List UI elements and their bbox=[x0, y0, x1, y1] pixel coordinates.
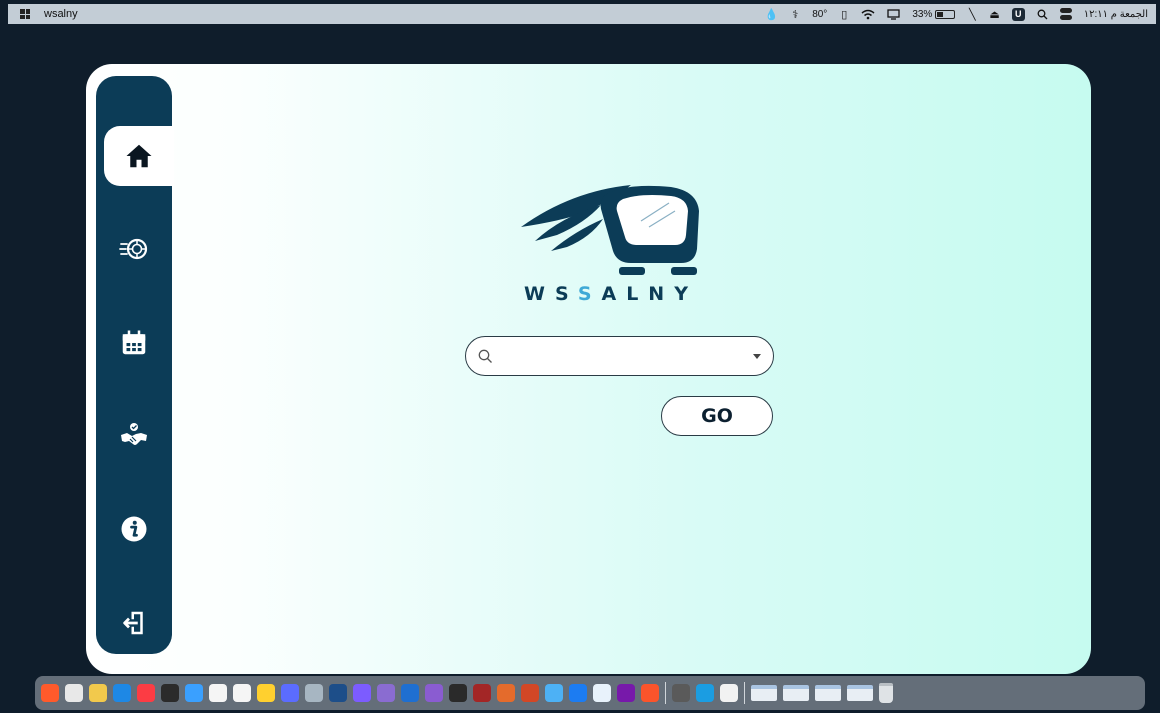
brand-letters-accent: S bbox=[577, 283, 602, 305]
calendar-icon[interactable] bbox=[233, 684, 251, 702]
brave-icon[interactable] bbox=[641, 684, 659, 702]
powerpoint-icon[interactable] bbox=[521, 684, 539, 702]
sidebar-item-calendar[interactable] bbox=[96, 313, 172, 373]
folder-icon[interactable] bbox=[545, 684, 563, 702]
go-button[interactable]: GO bbox=[661, 396, 773, 436]
windows-logo-icon[interactable] bbox=[20, 9, 30, 19]
dropdown-arrow-icon[interactable] bbox=[753, 353, 761, 359]
headphones-icon[interactable] bbox=[281, 684, 299, 702]
menu-bar-app-name[interactable]: wsalny bbox=[44, 8, 78, 20]
menu-bar-status: 💧 ⚕ 80° ▯ 33% ╲ ⏏ U الجمعة م ١٢:١١ bbox=[764, 7, 1148, 21]
onenote-icon[interactable] bbox=[617, 684, 635, 702]
vs-icon[interactable] bbox=[425, 684, 443, 702]
brand-letters-a: WS bbox=[524, 283, 578, 305]
miro-icon[interactable] bbox=[257, 684, 275, 702]
ai-icon[interactable] bbox=[377, 684, 395, 702]
info-icon bbox=[121, 516, 147, 542]
battery-icon bbox=[935, 9, 956, 19]
notion-icon[interactable] bbox=[209, 684, 227, 702]
app-window: WSSALNY GO bbox=[86, 64, 1091, 674]
menu-bar: wsalny 💧 ⚕ 80° ▯ 33% ╲ ⏏ U الجمعة م ١٢:١… bbox=[8, 4, 1156, 24]
sidebar-item-info[interactable] bbox=[96, 499, 172, 559]
display-icon[interactable] bbox=[887, 7, 900, 21]
app-blue-icon[interactable] bbox=[113, 684, 131, 702]
temperature-readout[interactable]: 80° bbox=[812, 9, 827, 20]
camera-icon[interactable] bbox=[161, 684, 179, 702]
search-input[interactable] bbox=[501, 348, 753, 364]
handshake-icon bbox=[121, 423, 147, 445]
dock-separator bbox=[665, 682, 666, 704]
sidebar bbox=[96, 76, 174, 654]
search-icon bbox=[478, 349, 492, 363]
calendar-icon bbox=[122, 330, 146, 355]
control-center-icon[interactable] bbox=[1059, 8, 1072, 20]
minimized-window-thumbnail[interactable] bbox=[815, 685, 841, 701]
clock[interactable]: الجمعة م ١٢:١١ bbox=[1084, 9, 1148, 20]
keyboard-icon[interactable] bbox=[672, 684, 690, 702]
drop-icon[interactable]: 💧 bbox=[764, 7, 778, 21]
grid-icon[interactable] bbox=[353, 684, 371, 702]
reddit-icon[interactable] bbox=[41, 684, 59, 702]
photos-icon[interactable] bbox=[89, 684, 107, 702]
battery-status[interactable]: 33% bbox=[912, 8, 956, 20]
dock bbox=[35, 676, 1145, 710]
search-combobox[interactable] bbox=[465, 336, 774, 376]
minimized-window-thumbnail[interactable] bbox=[751, 685, 777, 701]
terminal-icon[interactable] bbox=[449, 684, 467, 702]
sidebar-item-deal[interactable] bbox=[96, 406, 172, 466]
wssalny-logo: WSSALNY bbox=[511, 179, 711, 319]
eject-icon[interactable]: ⏏ bbox=[989, 7, 999, 21]
brand-name: WSSALNY bbox=[511, 283, 711, 305]
search-icon[interactable] bbox=[1037, 7, 1048, 21]
preview-icon[interactable] bbox=[305, 684, 323, 702]
sidebar-item-home[interactable] bbox=[104, 126, 174, 186]
wheel-icon bbox=[119, 238, 148, 260]
music-icon[interactable] bbox=[137, 684, 155, 702]
brand-letters-c: ALNY bbox=[601, 283, 698, 305]
vscode-icon[interactable] bbox=[401, 684, 419, 702]
wifi-icon[interactable] bbox=[861, 7, 875, 21]
menu-bar-left: wsalny bbox=[20, 8, 78, 20]
sidebar-item-logout[interactable] bbox=[96, 593, 172, 653]
mute-icon[interactable]: ╲ bbox=[967, 7, 977, 21]
minimized-window-thumbnail[interactable] bbox=[847, 685, 873, 701]
minimized-window-thumbnail[interactable] bbox=[783, 685, 809, 701]
app-store-icon[interactable] bbox=[569, 684, 587, 702]
phone-icon[interactable]: ▯ bbox=[839, 7, 849, 21]
user-badge[interactable]: U bbox=[1011, 7, 1025, 21]
sidebar-item-car[interactable] bbox=[96, 219, 172, 279]
dock-separator bbox=[744, 682, 745, 704]
draw-icon[interactable] bbox=[593, 684, 611, 702]
battery-percent: 33% bbox=[912, 8, 933, 20]
thermometer-icon: ⚕ bbox=[792, 8, 799, 21]
chrome-icon[interactable] bbox=[65, 684, 83, 702]
puzzle-icon[interactable] bbox=[497, 684, 515, 702]
edge-icon[interactable] bbox=[696, 684, 714, 702]
app-white-icon[interactable] bbox=[720, 684, 738, 702]
logout-icon bbox=[123, 611, 143, 635]
browser-icon[interactable] bbox=[185, 684, 203, 702]
trash-icon[interactable] bbox=[879, 683, 893, 703]
dictionary-icon[interactable] bbox=[473, 684, 491, 702]
bus-logo-icon bbox=[521, 185, 699, 275]
home-icon bbox=[126, 144, 152, 168]
book-icon[interactable] bbox=[329, 684, 347, 702]
